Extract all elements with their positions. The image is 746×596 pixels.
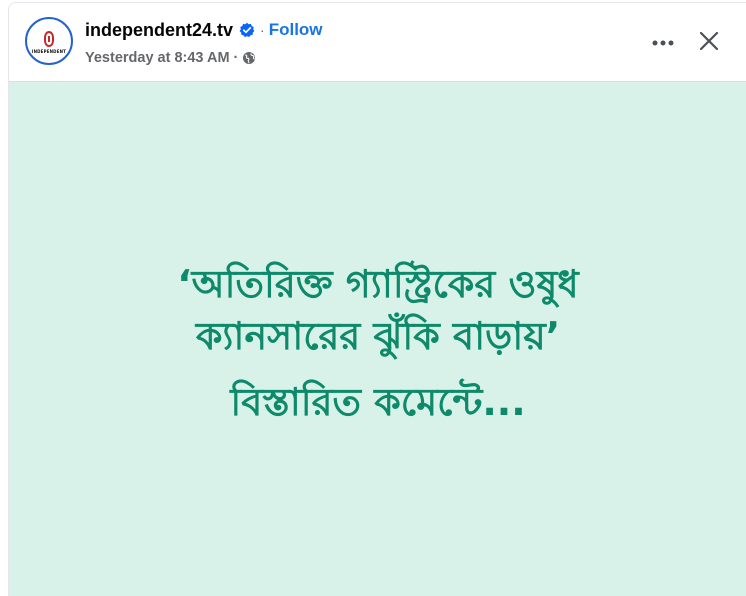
details-in-comments-text: বিস্তারিত কমেন্টে... (230, 380, 526, 424)
headline-quote: ‘অতিরিক্ত গ্যাস্ট্রিকের ওষুধ ক্যানসারের … (9, 258, 746, 362)
page-name-row: independent24.tv · Follow (85, 19, 323, 41)
page-name-link[interactable]: independent24.tv (85, 20, 233, 41)
close-button[interactable] (691, 23, 727, 59)
headline-line-2: ক্যানসারের ঝুঁকি বাড়ায়’ (195, 314, 561, 358)
independent-logo-icon (44, 31, 54, 47)
more-options-button[interactable] (645, 25, 681, 61)
more-options-icon (652, 40, 674, 46)
post-timestamp[interactable]: Yesterday at 8:43 AM (85, 50, 230, 66)
follow-button[interactable]: Follow (269, 20, 323, 40)
post-viewer: INDEPENDENT independent24.tv · Follow Ye… (8, 2, 746, 596)
headline-line-1: ‘অতিরিক্ত গ্যাস্ট্রিকের ওষুধ (177, 262, 579, 306)
avatar-logo-text: INDEPENDENT (31, 49, 67, 54)
verified-badge-icon (239, 22, 255, 38)
close-icon (699, 31, 719, 51)
post-header: INDEPENDENT independent24.tv · Follow Ye… (9, 3, 746, 82)
globe-icon[interactable] (242, 51, 256, 65)
name-separator: · (260, 22, 265, 38)
meta-separator: · (233, 50, 239, 66)
post-meta-row: Yesterday at 8:43 AM · (85, 49, 256, 67)
page-avatar[interactable]: INDEPENDENT (25, 17, 73, 65)
post-image[interactable]: ‘অতিরিক্ত গ্যাস্ট্রিকের ওষুধ ক্যানসারের … (9, 82, 746, 596)
